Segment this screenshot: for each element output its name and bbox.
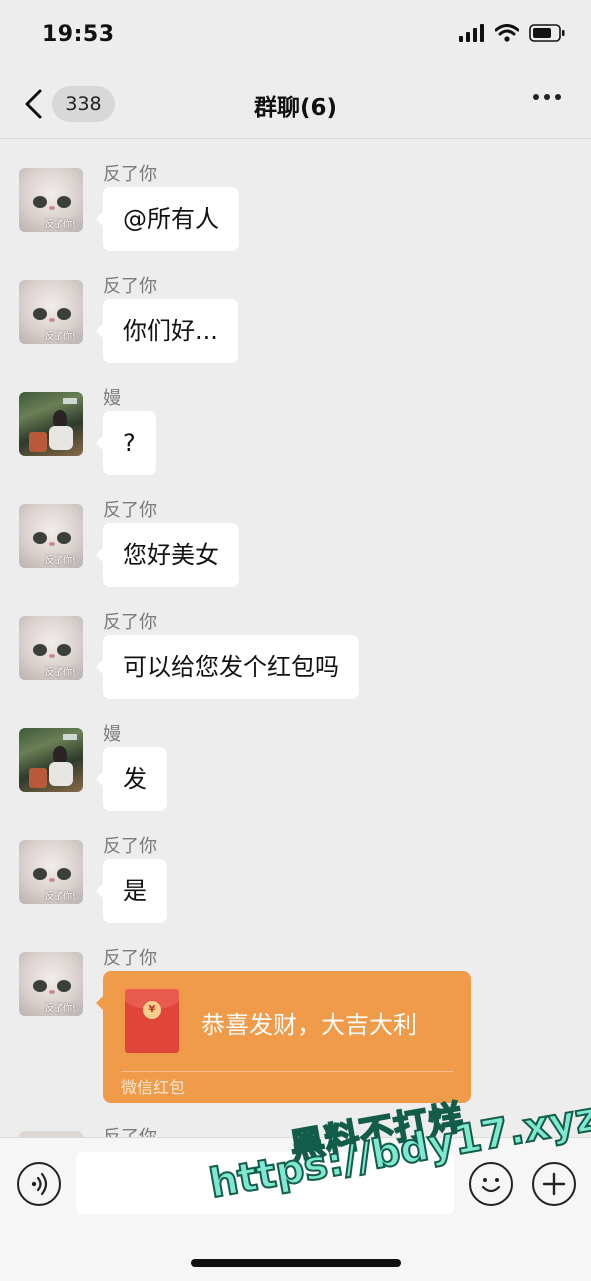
red-packet-greeting: 恭喜发财，大吉大利	[201, 1011, 417, 1039]
message-bubble[interactable]: 你们好...	[96, 299, 238, 363]
sender-name: 反了你	[103, 164, 157, 185]
avatar-caption: 反了你!	[45, 668, 76, 678]
avatar-caption: 反了你!	[45, 1004, 76, 1014]
chat-header: 338 群聊(6)	[0, 72, 591, 139]
status-bar: 19:53	[0, 0, 591, 72]
sender-name: 嫚	[103, 724, 121, 745]
avatar[interactable]: 反了你!	[19, 840, 83, 904]
avatar-caption: 反了你!	[45, 220, 76, 230]
more-options-icon[interactable]	[533, 94, 561, 100]
chat-title: 群聊(6)	[253, 95, 338, 121]
avatar-caption: 反了你!	[45, 892, 76, 902]
home-indicator[interactable]	[191, 1259, 401, 1267]
message-bubble[interactable]: @所有人	[96, 187, 239, 251]
message-bubble[interactable]: 是	[96, 859, 167, 923]
voice-input-button[interactable]	[17, 1162, 61, 1206]
avatar[interactable]: 反了你!	[19, 616, 83, 680]
message-list[interactable]: 反了你! 反了你 @所有人 反了你! 反了你 你们好... 嫚 ? 反了你! 反…	[0, 139, 591, 1137]
emoji-button[interactable]	[469, 1162, 513, 1206]
red-envelope-icon: ¥	[125, 989, 179, 1053]
avatar[interactable]: 反了你!	[19, 168, 83, 232]
cellular-signal-icon	[459, 24, 484, 42]
wifi-icon	[495, 24, 519, 42]
avatar[interactable]: 反了你!	[19, 504, 83, 568]
red-packet-label: 微信红包	[121, 1078, 186, 1097]
sender-name: 反了你	[103, 836, 157, 857]
more-functions-button[interactable]	[532, 1162, 576, 1206]
sender-name: 嫚	[103, 388, 121, 409]
sender-name: 反了你	[103, 612, 157, 633]
plus-icon	[542, 1172, 566, 1196]
sender-name: 反了你	[103, 1123, 157, 1137]
avatar[interactable]	[19, 392, 83, 456]
voice-icon	[31, 1172, 48, 1196]
red-packet-card[interactable]: ¥ 恭喜发财，大吉大利 微信红包	[96, 971, 471, 1103]
avatar[interactable]: 反了你!	[19, 952, 83, 1016]
emoji-icon	[481, 1178, 501, 1193]
sender-name: 反了你	[103, 276, 157, 297]
status-time: 19:53	[42, 22, 115, 47]
sender-name: 反了你	[103, 500, 157, 521]
red-packet-divider	[121, 1071, 453, 1072]
avatar-caption: 反了你!	[45, 556, 76, 566]
sender-name: 反了你	[103, 948, 157, 969]
message-bubble[interactable]: 发	[96, 747, 167, 811]
battery-icon	[529, 24, 565, 42]
message-bubble[interactable]: 可以给您发个红包吗	[96, 635, 359, 699]
avatar-caption: 反了你!	[45, 332, 76, 342]
status-icons	[459, 24, 565, 42]
message-bubble[interactable]: 您好美女	[96, 523, 239, 587]
avatar[interactable]	[19, 728, 83, 792]
message-bubble[interactable]: ?	[96, 411, 156, 475]
avatar[interactable]: 反了你!	[19, 280, 83, 344]
